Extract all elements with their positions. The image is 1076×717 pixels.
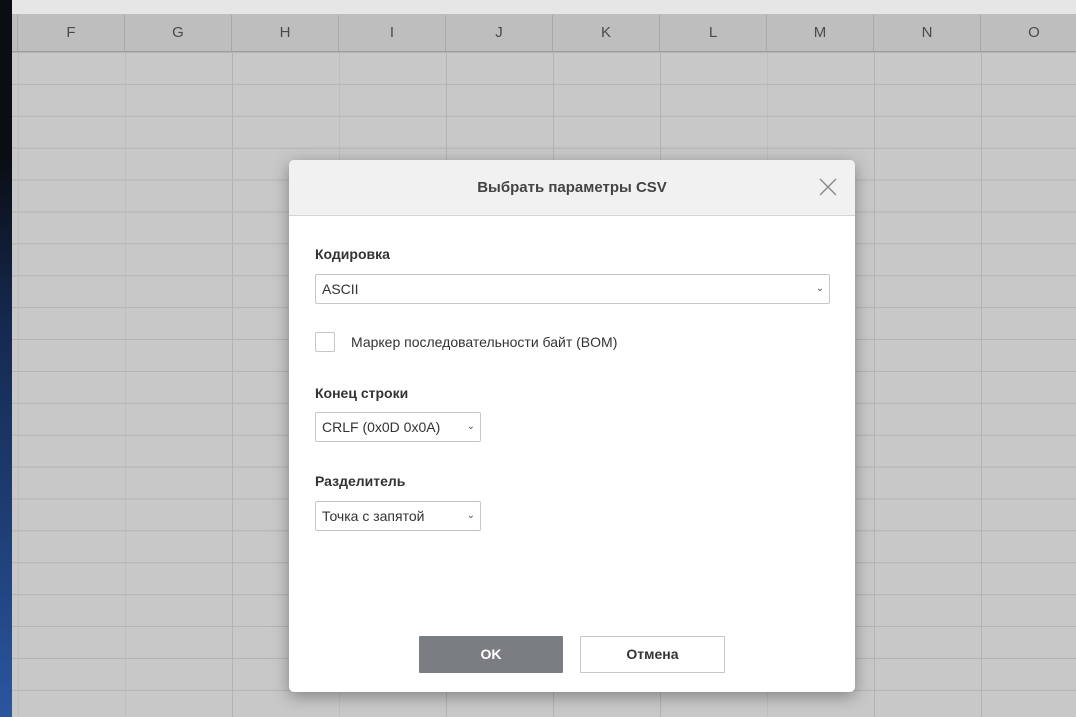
chevron-down-icon: ⌄	[466, 421, 475, 432]
close-icon	[819, 178, 837, 196]
toolbar-edge	[12, 0, 1076, 15]
ok-button[interactable]: OK	[419, 636, 563, 673]
delimiter-value: Точка с запятой	[322, 508, 425, 524]
column-header[interactable]: H	[232, 15, 339, 51]
column-header[interactable]: M	[767, 15, 874, 51]
column-header[interactable]: N	[874, 15, 981, 51]
encoding-value: ASCII	[322, 281, 359, 297]
chevron-down-icon: ⌄	[466, 510, 475, 521]
bom-label: Маркер последовательности байт (BOM)	[351, 334, 618, 350]
bom-checkbox[interactable]	[315, 332, 335, 352]
line-end-value: CRLF (0x0D 0x0A)	[322, 419, 441, 435]
column-header[interactable]: I	[339, 15, 446, 51]
column-header[interactable]: K	[553, 15, 660, 51]
column-header[interactable]: L	[660, 15, 767, 51]
encoding-label: Кодировка	[315, 246, 390, 262]
close-button[interactable]	[817, 176, 839, 198]
delimiter-label: Разделитель	[315, 473, 406, 489]
chevron-down-icon: ⌄	[815, 283, 824, 294]
column-header[interactable]: F	[18, 15, 125, 51]
dialog-header: Выбрать параметры CSV	[289, 160, 855, 216]
column-header[interactable]: J	[446, 15, 553, 51]
delimiter-select[interactable]: Точка с запятой ⌄	[315, 501, 481, 531]
column-header[interactable]: O	[981, 15, 1076, 51]
line-end-select[interactable]: CRLF (0x0D 0x0A) ⌄	[315, 412, 481, 442]
column-headers: F G H I J K L M N O	[12, 15, 1076, 52]
csv-options-dialog: Выбрать параметры CSV Кодировка ASCII ⌄ …	[289, 160, 855, 692]
cancel-button[interactable]: Отмена	[580, 636, 725, 673]
desktop-background	[0, 0, 12, 717]
line-end-label: Конец строки	[315, 385, 409, 401]
encoding-select[interactable]: ASCII ⌄	[315, 274, 830, 304]
dialog-title: Выбрать параметры CSV	[477, 179, 667, 196]
column-header[interactable]: G	[125, 15, 232, 51]
